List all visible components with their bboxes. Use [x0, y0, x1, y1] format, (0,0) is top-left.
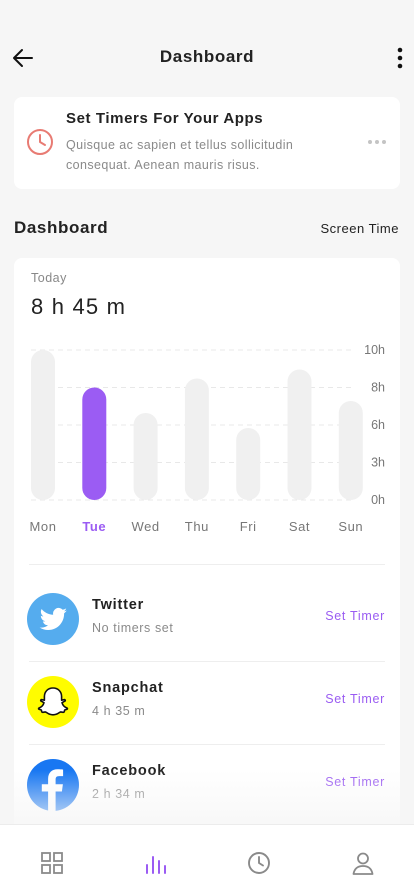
set-timers-card[interactable]: Set Timers For Your Apps Quisque ac sapi… [14, 97, 400, 189]
app-row-facebook[interactable]: Facebook 2 h 34 m Set Timer [14, 745, 400, 828]
twitter-icon [27, 593, 79, 645]
grid-icon[interactable] [38, 849, 66, 877]
snapchat-icon [27, 676, 79, 728]
app-status: 4 h 35 m [92, 704, 146, 718]
x-tick-label: Thu [185, 519, 209, 534]
x-tick-label: Fri [240, 519, 257, 534]
y-tick-label: 8h [371, 381, 385, 395]
user-icon[interactable] [349, 849, 377, 877]
set-timer-button[interactable]: Set Timer [325, 775, 385, 789]
page-title: Dashboard [159, 47, 255, 66]
screen-time-chart: 10h 8h 6h 3h 0h Mon Tue Wed Thu Fri Sat Sun [29, 343, 385, 534]
app-name: Twitter [92, 597, 145, 613]
bar-sat[interactable] [287, 369, 312, 501]
bar-thu[interactable] [184, 378, 209, 501]
x-tick-label: Sat [289, 519, 310, 534]
bar-mon[interactable] [31, 350, 55, 500]
y-tick-label: 0h [371, 493, 385, 507]
more-vertical-icon[interactable] [392, 44, 408, 72]
x-tick-label: Wed [131, 519, 159, 534]
y-tick-label: 10h [364, 343, 385, 357]
y-tick-label: 6h [371, 418, 385, 432]
facebook-icon [27, 759, 79, 811]
bar-sun[interactable] [338, 401, 363, 500]
app-row-snapchat[interactable]: Snapchat 4 h 35 m Set Timer [14, 662, 400, 745]
bottom-nav [0, 824, 414, 896]
x-tick-label: Mon [29, 519, 56, 534]
x-tick-label: Sun [338, 519, 363, 534]
set-timers-title: Set Timers For Your Apps [66, 110, 264, 127]
app-name: Facebook [92, 763, 167, 779]
bar-wed[interactable] [133, 413, 158, 500]
more-horizontal-icon[interactable] [366, 135, 388, 149]
section-title: Dashboard [14, 218, 109, 237]
bar-fri[interactable] [236, 428, 261, 500]
app-status: No timers set [92, 621, 174, 635]
screen-time-link[interactable]: Screen Time [321, 221, 399, 236]
app-row-twitter[interactable]: Twitter No timers set Set Timer [14, 579, 400, 662]
set-timer-button[interactable]: Set Timer [325, 692, 385, 706]
x-tick-label: Tue [82, 519, 106, 534]
total-screen-time: 8 h 45 m [31, 294, 127, 319]
bar-tue[interactable] [82, 387, 107, 501]
clock-icon [27, 129, 53, 155]
y-tick-label: 3h [371, 456, 385, 470]
dashboard-card: Today 8 h 45 m 10h 8h 6h 3h 0h Mon Tue Wed Thu Fr… [14, 258, 400, 838]
period-label: Today [31, 271, 67, 285]
app-status: 2 h 34 m [92, 787, 146, 801]
divider [29, 564, 385, 565]
top-bar: Dashboard [0, 0, 414, 100]
clock-icon[interactable] [245, 849, 273, 877]
app-name: Snapchat [92, 680, 164, 696]
set-timers-description: Quisque ac sapien et tellus sollicitudin… [66, 138, 294, 172]
set-timer-button[interactable]: Set Timer [325, 609, 385, 623]
bar-chart-icon[interactable] [142, 849, 170, 877]
